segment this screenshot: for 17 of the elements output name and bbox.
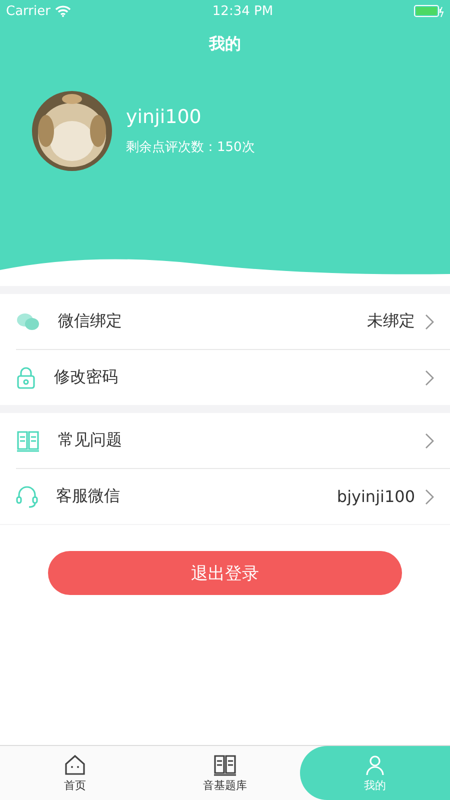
username: yinji100 [126,106,202,128]
status-time: 12:34 PM [212,4,274,18]
tab-item[interactable]: 首页 [0,746,150,800]
row-label: 常见问题 [58,430,123,451]
remaining-reviews: 剩余点评次数：150次 [126,139,255,156]
settings-row[interactable]: 微信绑定 未绑定 [16,294,450,350]
row-label: 修改密码 [54,367,119,388]
settings-row[interactable]: 客服微信 bjyinji100 [16,469,450,524]
row-label: 客服微信 [56,486,121,507]
page-title: 我的 [208,34,242,55]
row-value: bjyinji100 [336,487,415,506]
row-label: 微信绑定 [58,311,123,332]
tab-item[interactable]: 音基题库 [150,746,300,800]
settings-row[interactable]: 修改密码 [16,350,450,405]
carrier-label: Carrier [6,4,50,18]
settings-row[interactable]: 常见问题 [16,413,450,469]
row-value: 未绑定 [367,311,415,332]
